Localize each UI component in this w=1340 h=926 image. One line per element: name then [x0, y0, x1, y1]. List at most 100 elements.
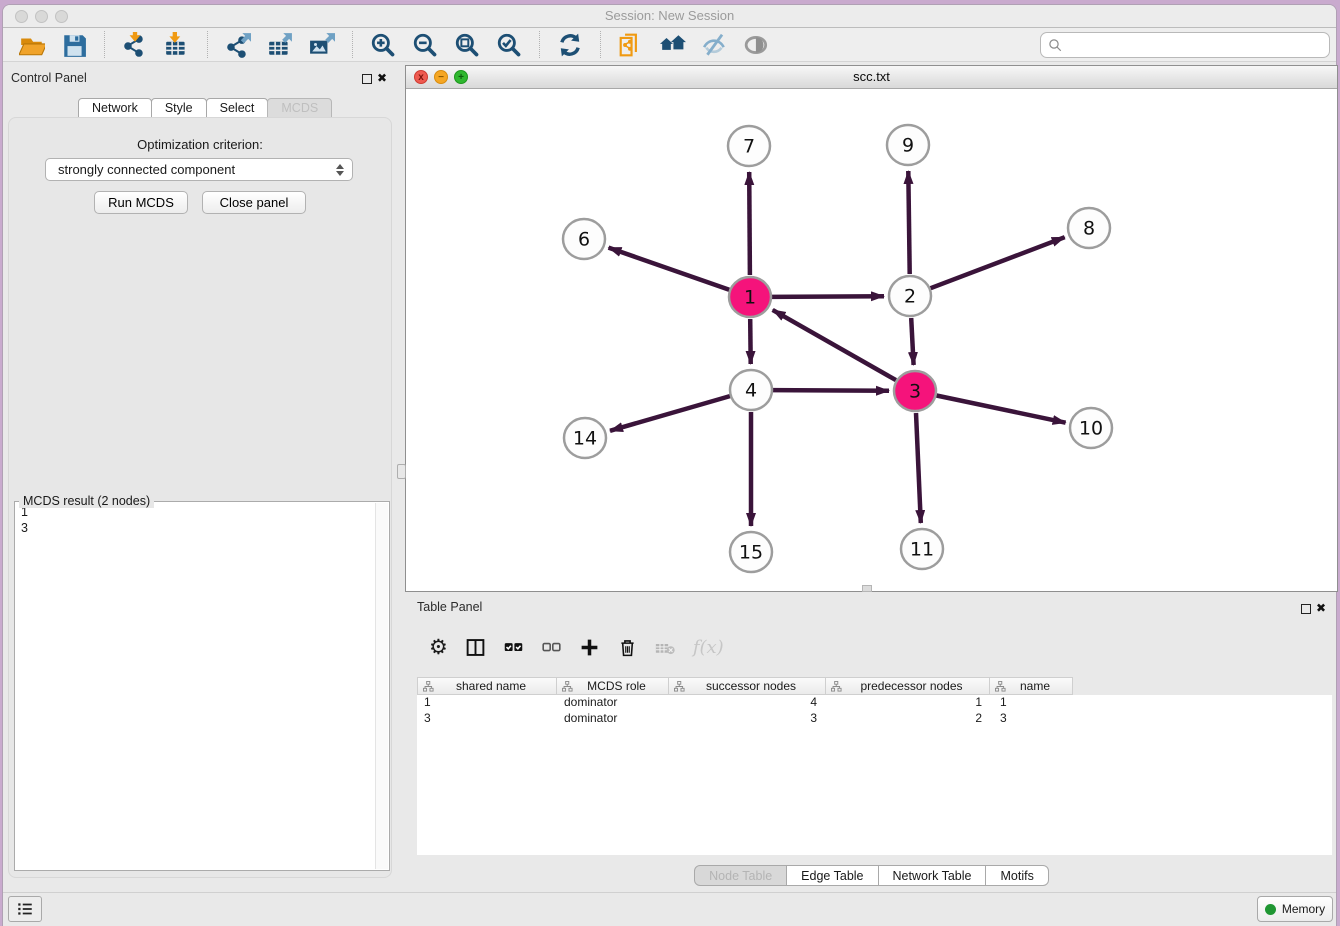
tab-motifs[interactable]: Motifs — [985, 865, 1048, 886]
open-session-icon[interactable] — [17, 31, 47, 59]
table-cell[interactable]: 2 — [828, 711, 993, 727]
edge-2-3[interactable] — [911, 318, 913, 365]
table-cell[interactable]: 3 — [417, 711, 557, 727]
column-browser-icon[interactable] — [465, 637, 486, 658]
graph-node-14[interactable]: 14 — [564, 418, 606, 458]
mcds-result-text[interactable]: 1 3 — [21, 504, 28, 536]
status-bar — [3, 892, 1336, 923]
export-table-icon[interactable] — [265, 31, 295, 59]
edge-2-9[interactable] — [908, 171, 909, 274]
memory-button[interactable]: Memory — [1257, 896, 1333, 922]
graph-node-11[interactable]: 11 — [901, 529, 943, 569]
graph-node-15[interactable]: 15 — [730, 532, 772, 572]
tab-node-table[interactable]: Node Table — [694, 865, 787, 886]
tab-style[interactable]: Style — [151, 98, 207, 118]
zoom-window-icon[interactable] — [55, 10, 68, 23]
zoom-selected-icon[interactable] — [494, 31, 524, 59]
edge-2-8[interactable] — [931, 237, 1065, 288]
table-cell[interactable]: dominator — [557, 695, 670, 711]
graph-node-2[interactable]: 2 — [889, 276, 931, 316]
panel-splitter-grip[interactable] — [397, 464, 406, 479]
table-cell[interactable]: 3 — [670, 711, 828, 727]
import-network-icon[interactable] — [120, 31, 150, 59]
toolbar-separator — [104, 31, 105, 58]
close-panel-button[interactable]: Close panel — [202, 191, 306, 214]
edge-3-11[interactable] — [916, 413, 921, 523]
add-row-icon[interactable] — [579, 637, 600, 658]
network-minimize-icon[interactable]: − — [434, 70, 448, 84]
table-row[interactable]: 3dominator323 — [417, 711, 1332, 727]
list-icon — [16, 900, 34, 918]
edge-3-1[interactable] — [773, 310, 896, 380]
edge-1-7[interactable] — [749, 172, 750, 275]
graph-node-6[interactable]: 6 — [563, 219, 605, 259]
graph-node-10[interactable]: 10 — [1070, 408, 1112, 448]
table-row[interactable]: 1dominator411 — [417, 695, 1332, 711]
column-header-name[interactable]: name — [989, 677, 1073, 695]
table-cell[interactable]: dominator — [557, 711, 670, 727]
tab-edge-table[interactable]: Edge Table — [786, 865, 878, 886]
home-icon[interactable] — [658, 31, 688, 59]
tab-select[interactable]: Select — [206, 98, 269, 118]
network-resize-grip[interactable] — [862, 585, 872, 592]
network-view-titlebar[interactable]: x − + scc.txt — [406, 66, 1337, 89]
zoom-in-icon[interactable] — [368, 31, 398, 59]
control-panel-close-icon[interactable]: ✖ — [377, 72, 387, 84]
table-cell[interactable]: 3 — [993, 711, 1077, 727]
birds-eye-icon[interactable] — [742, 31, 772, 59]
deselect-all-icon[interactable] — [541, 637, 562, 658]
table-cell[interactable]: 4 — [670, 695, 828, 711]
task-history-button[interactable] — [8, 896, 42, 922]
graph-node-3[interactable]: 3 — [894, 371, 936, 411]
network-maximize-icon[interactable]: + — [454, 70, 468, 84]
table-cell[interactable]: 1 — [993, 695, 1077, 711]
table-settings-icon[interactable]: ⚙ — [429, 637, 448, 658]
tab-network[interactable]: Network — [78, 98, 152, 118]
zoom-fit-icon[interactable] — [452, 31, 482, 59]
tab-mcds[interactable]: MCDS — [267, 98, 332, 118]
search-input[interactable] — [1063, 38, 1329, 53]
import-table-icon[interactable] — [162, 31, 192, 59]
column-header-MCDS-role[interactable]: MCDS role — [556, 677, 669, 695]
column-header-predecessor-nodes[interactable]: predecessor nodes — [825, 677, 990, 695]
delete-row-icon[interactable] — [617, 637, 638, 658]
export-image-icon[interactable] — [307, 31, 337, 59]
mcds-result-scrollbar[interactable] — [375, 503, 388, 869]
search-box[interactable] — [1040, 32, 1330, 58]
table-panel-float-icon[interactable] — [1301, 604, 1311, 614]
hide-panel-icon[interactable] — [700, 31, 730, 59]
table-header-row: shared nameMCDS rolesuccessor nodesprede… — [417, 677, 1072, 695]
criterion-dropdown[interactable]: strongly connected component — [45, 158, 353, 181]
close-window-icon[interactable] — [15, 10, 28, 23]
graph-node-7[interactable]: 7 — [728, 126, 770, 166]
tab-network-table[interactable]: Network Table — [878, 865, 987, 886]
column-header-shared-name[interactable]: shared name — [417, 677, 557, 695]
run-mcds-button[interactable]: Run MCDS — [94, 191, 188, 214]
select-all-icon[interactable] — [503, 637, 524, 658]
graph-node-4[interactable]: 4 — [730, 370, 772, 410]
column-header-successor-nodes[interactable]: successor nodes — [668, 677, 826, 695]
graph-node-9[interactable]: 9 — [887, 125, 929, 165]
refresh-layout-icon[interactable] — [555, 31, 585, 59]
control-panel-float-icon[interactable] — [362, 74, 372, 84]
table-cell[interactable]: 1 — [417, 695, 557, 711]
zoom-out-icon[interactable] — [410, 31, 440, 59]
network-from-file-icon[interactable] — [616, 31, 646, 59]
edge-4-3[interactable] — [773, 390, 889, 391]
table-cell[interactable]: 1 — [828, 695, 993, 711]
minimize-window-icon[interactable] — [35, 10, 48, 23]
save-session-icon[interactable] — [59, 31, 89, 59]
network-close-icon[interactable]: x — [414, 70, 428, 84]
table-panel-tabs: Node TableEdge TableNetwork TableMotifs — [405, 865, 1338, 886]
edge-3-10[interactable] — [937, 396, 1066, 423]
edge-1-4[interactable] — [750, 319, 751, 364]
edge-1-2[interactable] — [772, 296, 884, 297]
edge-4-14[interactable] — [610, 396, 730, 431]
export-network-icon[interactable] — [223, 31, 253, 59]
edge-1-6[interactable] — [609, 248, 730, 290]
graph-node-1[interactable]: 1 — [729, 277, 771, 317]
graph-node-8[interactable]: 8 — [1068, 208, 1110, 248]
memory-status-icon — [1265, 904, 1276, 915]
table-panel-close-icon[interactable]: ✖ — [1316, 602, 1326, 614]
network-canvas[interactable]: 7 9 6 8 1 2 4 3 14 10 15 11 — [406, 89, 1337, 591]
